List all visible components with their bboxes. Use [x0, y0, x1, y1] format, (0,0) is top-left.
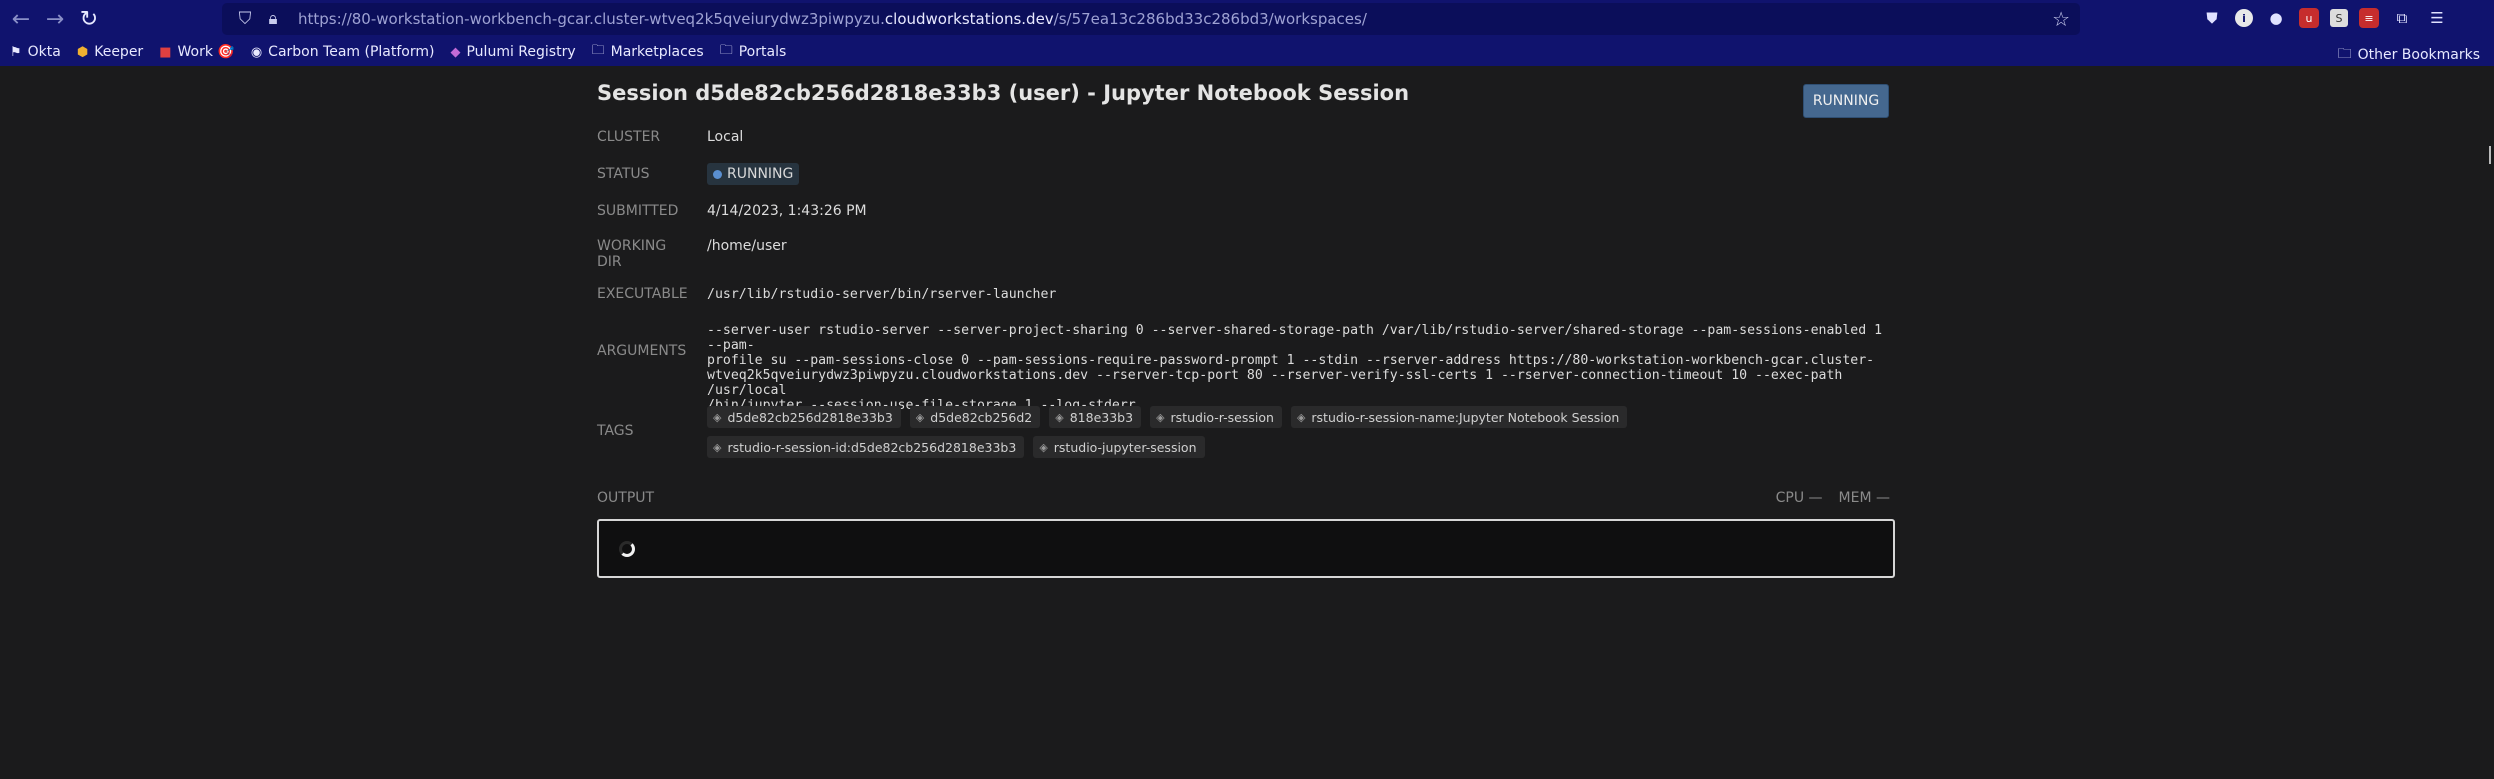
- tag-icon: ◈: [1296, 410, 1306, 424]
- tag-chip: ◈ rstudio-r-session: [1150, 406, 1282, 428]
- extensions-icon[interactable]: ⧉: [2390, 4, 2414, 32]
- extension-dark-icon[interactable]: ●: [2264, 4, 2288, 32]
- resource-metrics: CPU — MEM —: [1776, 490, 1890, 506]
- back-arrow-icon[interactable]: ←: [4, 2, 38, 36]
- tag-chip: ◈ d5de82cb256d2: [909, 406, 1041, 428]
- loading-spinner-icon: [619, 541, 635, 557]
- tag-chip: ◈ rstudio-r-session-id:d5de82cb256d2818e3…: [707, 436, 1025, 458]
- executable-label: EXECUTABLE: [597, 286, 688, 302]
- running-status-button[interactable]: RUNNING: [1803, 84, 1889, 118]
- bookmark-okta[interactable]: ⚑ Okta: [10, 44, 61, 60]
- executable-value: /usr/lib/rstudio-server/bin/rserver-laun…: [707, 287, 1057, 302]
- extension-red-icon[interactable]: ≡: [2359, 8, 2379, 28]
- tag-chip: ◈ rstudio-jupyter-session: [1033, 436, 1205, 458]
- working-dir-label: WORKING DIR: [597, 238, 667, 270]
- forward-arrow-icon[interactable]: →: [38, 2, 72, 36]
- page-title: Session d5de82cb256d2818e33b3 (user) - J…: [597, 81, 1410, 105]
- tag-icon: ◈: [1039, 440, 1048, 454]
- bookmarks-bar: ⚑ Okta ⬢ Keeper ■ Work 🎯 ◉ Carbon Team (Plat…: [0, 38, 2494, 66]
- arguments-value: --server-user rstudio-server --server-pr…: [707, 323, 1883, 413]
- working-dir-value: /home/user: [707, 238, 787, 254]
- output-label: OUTPUT: [597, 490, 655, 506]
- bookmark-carbon-team[interactable]: ◉ Carbon Team (Platform): [251, 44, 435, 60]
- submitted-label: SUBMITTED: [597, 203, 679, 219]
- ublock-icon[interactable]: u: [2299, 8, 2319, 28]
- arguments-label: ARGUMENTS: [597, 343, 687, 359]
- tag-icon: ◈: [1156, 410, 1165, 424]
- tag-icon: ◈: [1055, 410, 1064, 424]
- cpu-metric: CPU —: [1775, 490, 1823, 506]
- tag-icon: ◈: [713, 410, 722, 424]
- folder-icon: 🗀: [591, 43, 605, 58]
- pulumi-icon: ◆: [450, 44, 461, 60]
- folder-icon: 🗀: [719, 43, 733, 58]
- pocket-icon[interactable]: ⛊: [2200, 4, 2224, 32]
- tag-icon: ◈: [713, 440, 722, 454]
- work-icon: ■: [159, 44, 172, 60]
- status-label: STATUS: [597, 166, 650, 182]
- tag-chip: ◈ d5de82cb256d2818e33b3: [707, 406, 901, 428]
- lock-icon[interactable]: 🔒︎: [260, 9, 286, 29]
- keeper-icon: ⬢: [76, 44, 89, 60]
- tags-label: TAGS: [597, 423, 634, 439]
- cluster-value: Local: [707, 129, 744, 145]
- github-icon: ◉: [250, 44, 263, 60]
- tracking-shield-icon[interactable]: ⛉: [232, 9, 258, 29]
- bookmark-pulumi-registry[interactable]: ◆ Pulumi Registry: [450, 44, 575, 60]
- browser-toolbar: ← → ↻ ⛉ 🔒︎ https://80-workstation-workbe…: [0, 0, 2494, 38]
- submitted-value: 4/14/2023, 1:43:26 PM: [707, 203, 867, 219]
- extension-s-icon[interactable]: S: [2330, 9, 2348, 27]
- bookmark-folder-marketplaces[interactable]: 🗀 Marketplaces: [592, 41, 704, 63]
- url-bar[interactable]: ⛉ 🔒︎ https://80-workstation-workbench-gc…: [222, 3, 2080, 35]
- status-badge: RUNNING: [707, 163, 800, 185]
- tag-chip: ◈ 818e33b3: [1049, 406, 1142, 428]
- tag-list: ◈ d5de82cb256d2818e33b3 ◈ d5de82cb256d2 ◈ 8…: [707, 406, 1857, 458]
- tag-chip: ◈ rstudio-r-session-name:Jupyter Notebook…: [1290, 406, 1628, 428]
- bookmark-folder-portals[interactable]: 🗀 Portals: [720, 41, 787, 63]
- reload-icon[interactable]: ↻: [72, 2, 106, 36]
- menu-icon[interactable]: ☰: [2425, 4, 2449, 32]
- url-text[interactable]: https://80-workstation-workbench-gcar.cl…: [298, 10, 1367, 28]
- output-console[interactable]: [597, 519, 1895, 578]
- cluster-label: CLUSTER: [597, 129, 661, 145]
- scrollbar-handle[interactable]: [2489, 146, 2494, 164]
- other-bookmarks[interactable]: 🗀 Other Bookmarks: [2338, 43, 2480, 67]
- okta-icon: ⚑: [10, 44, 22, 60]
- folder-icon: 🗀: [2337, 46, 2352, 62]
- bookmark-star-icon[interactable]: ☆: [2052, 7, 2070, 31]
- mem-metric: MEM —: [1838, 490, 1890, 506]
- bookmark-keeper[interactable]: ⬢ Keeper: [77, 44, 143, 60]
- tag-icon: ◈: [915, 410, 925, 424]
- status-dot-icon: [713, 169, 722, 179]
- extension-info-icon[interactable]: i: [2235, 9, 2253, 27]
- bookmark-work[interactable]: ■ Work 🎯: [159, 44, 235, 60]
